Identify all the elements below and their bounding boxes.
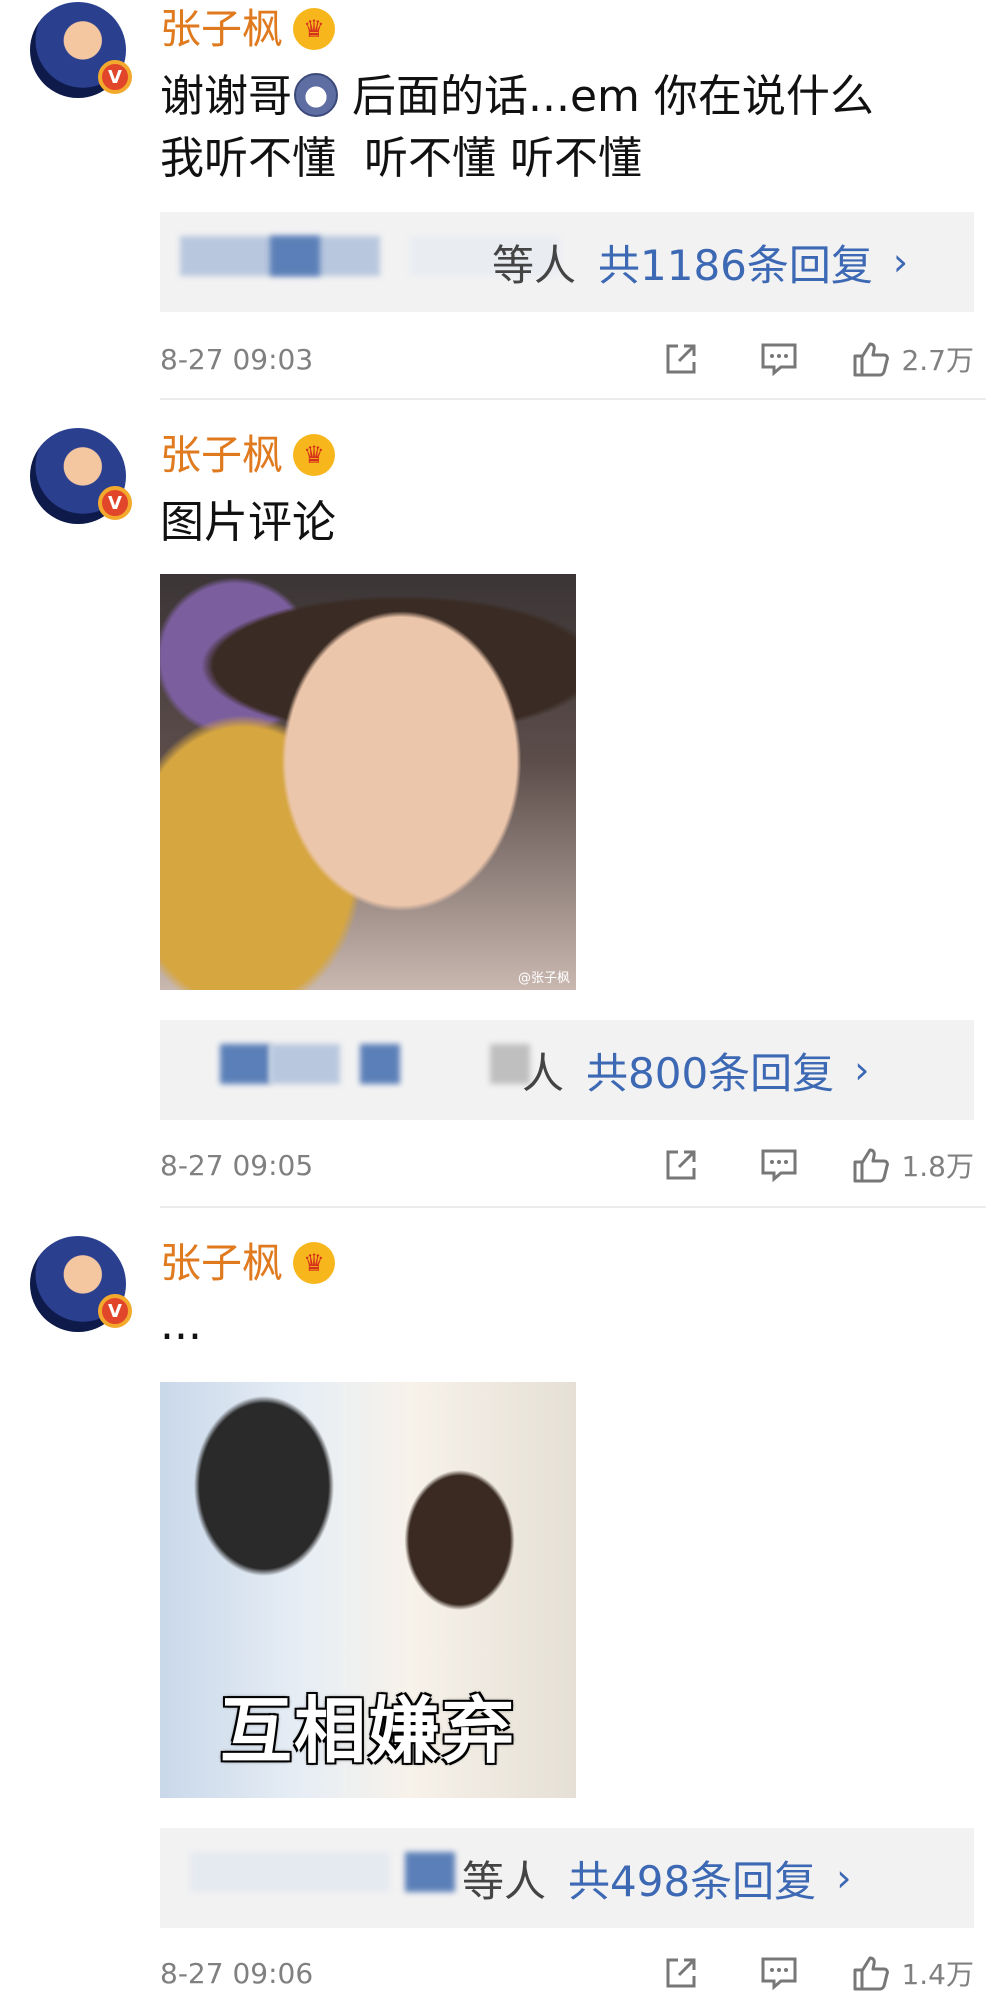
reply-suffix: 人 [522, 1048, 565, 1098]
reply-row: 人 共800条回复 › [522, 1020, 869, 1120]
comment-icon[interactable] [759, 1953, 799, 1993]
verified-badge-icon: V [98, 1294, 132, 1328]
reply-summary[interactable]: 等人 共1186条回复 › [160, 212, 974, 312]
like-button[interactable]: 2.7万 [851, 339, 974, 379]
blurred-user [190, 1852, 390, 1892]
divider [160, 398, 986, 400]
actions: 1.8万 [603, 1145, 974, 1185]
blurred-user [220, 1044, 270, 1084]
name-row: 张子枫 ♛ [160, 1242, 335, 1284]
timestamp: 8-27 09:05 [160, 1148, 314, 1182]
blurred-user [360, 1044, 400, 1084]
crown-icon: ♛ [293, 8, 335, 50]
comment-image[interactable]: 互相嫌弃 [160, 1382, 576, 1798]
share-icon[interactable] [661, 339, 701, 379]
divider [160, 1206, 986, 1208]
image-caption: 互相嫌弃 [219, 1689, 516, 1773]
comment-text-line2: 我听不懂 听不懂 听不懂 [160, 133, 642, 184]
meta-row: 8-27 09:03 2.7万 [160, 334, 974, 384]
comment-text: 谢谢哥 后面的话...em 你在说什么我听不懂 听不懂 听不懂 [160, 66, 966, 190]
name-row: 张子枫 ♛ [160, 434, 335, 476]
username[interactable]: 张子枫 [160, 434, 283, 476]
name-row: 张子枫 ♛ [160, 8, 335, 50]
blurred-user [405, 1852, 455, 1892]
image-watermark: @张子枫 [517, 971, 570, 986]
blurred-user [270, 1044, 340, 1084]
meta-row: 8-27 09:05 1.8万 [160, 1140, 974, 1190]
comment-image[interactable]: @张子枫 [160, 574, 576, 990]
blurred-user [270, 236, 320, 276]
reply-count-link[interactable]: 共800条回复 [586, 1040, 834, 1101]
username[interactable]: 张子枫 [160, 8, 283, 50]
chevron-right-icon: › [854, 1048, 870, 1092]
chevron-right-icon: › [836, 1856, 852, 1900]
timestamp: 8-27 09:03 [160, 342, 314, 376]
reply-row: 等人 共1186条回复 › [492, 212, 908, 312]
chevron-right-icon: › [892, 240, 909, 284]
timestamp: 8-27 09:06 [160, 1956, 314, 1990]
verified-badge-icon: V [98, 486, 132, 520]
reply-suffix: 等人 [492, 240, 577, 290]
actions: 1.4万 [603, 1953, 974, 1993]
reply-count-link[interactable]: 共498条回复 [568, 1848, 816, 1909]
comment-icon[interactable] [759, 1145, 799, 1185]
reply-summary[interactable]: 等人 共498条回复 › [160, 1828, 974, 1928]
like-icon [851, 1145, 891, 1185]
like-count: 1.4万 [901, 1958, 974, 1991]
like-count: 2.7万 [901, 344, 974, 377]
crown-icon: ♛ [293, 434, 335, 476]
like-icon [851, 339, 891, 379]
reply-summary[interactable]: 人 共800条回复 › [160, 1020, 974, 1120]
avatar[interactable]: V [30, 1236, 132, 1332]
reply-suffix: 等人 [462, 1856, 547, 1906]
husky-emoji-icon [294, 73, 338, 117]
avatar[interactable]: V [30, 2, 132, 98]
comment-text-part1: 谢谢哥 [160, 71, 292, 122]
comment-text: ... [160, 1299, 202, 1350]
like-count: 1.8万 [901, 1150, 974, 1183]
comment-text-part2: 后面的话...em 你在说什么 [338, 71, 874, 122]
avatar[interactable]: V [30, 428, 132, 524]
reply-row: 等人 共498条回复 › [462, 1828, 851, 1928]
comment-text: 图片评论 [160, 497, 336, 548]
reply-count-link[interactable]: 共1186条回复 [598, 232, 873, 293]
like-button[interactable]: 1.8万 [851, 1145, 974, 1185]
share-icon[interactable] [661, 1145, 701, 1185]
meta-row: 8-27 09:06 1.4万 [160, 1948, 974, 1998]
like-icon [851, 1953, 891, 1993]
like-button[interactable]: 1.4万 [851, 1953, 974, 1993]
verified-badge-icon: V [98, 60, 132, 94]
username[interactable]: 张子枫 [160, 1242, 283, 1284]
comment-icon[interactable] [759, 339, 799, 379]
share-icon[interactable] [661, 1953, 701, 1993]
actions: 2.7万 [603, 339, 974, 379]
crown-icon: ♛ [293, 1242, 335, 1284]
